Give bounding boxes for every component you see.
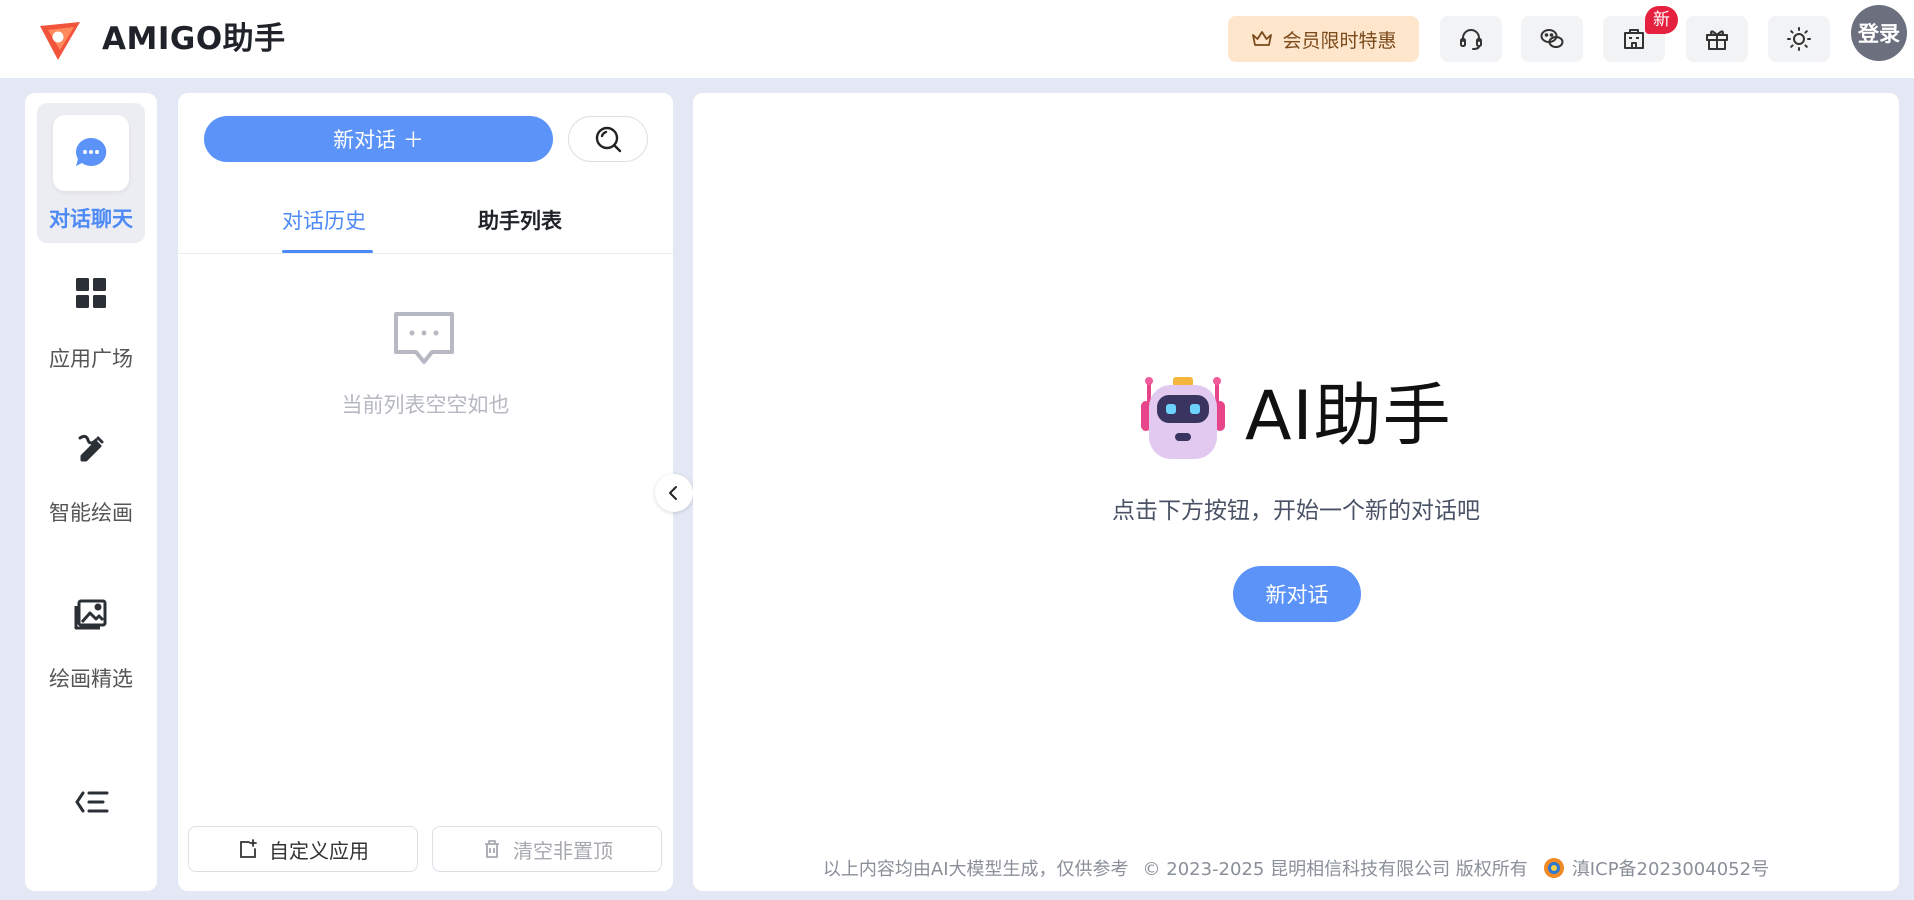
nav-label-chat: 对话聊天 [49,207,133,231]
custom-app-button[interactable]: 自定义应用 [188,826,418,872]
chevron-left-icon [669,486,677,500]
empty-message-icon [394,312,454,364]
wechat-button[interactable] [1521,16,1583,62]
gift-icon [1706,30,1728,50]
tab-chat-history[interactable]: 对话历史 [282,205,366,235]
tab-divider [178,253,673,254]
conversation-panel: 新对话 ＋ 对话历史 助手列表 当前列表空空如也 自定义应用 清空非置顶 [178,93,673,891]
nav-item-chat[interactable]: 对话聊天 [37,103,145,243]
main-content: AI助手 点击下方按钮，开始一个新的对话吧 新对话 以上内容均由AI大模型生成，… [693,93,1899,891]
vip-promo-button[interactable]: 会员限时特惠 [1228,16,1419,62]
robot-mascot-icon [1141,377,1225,459]
icp-link[interactable]: 滇ICP备2023004052号 [1542,855,1769,881]
headset-icon [1460,29,1482,50]
start-new-chat-button[interactable]: 新对话 [1233,566,1361,622]
nav-item-ai-drawing[interactable]: 智能绘画 [37,409,145,549]
nav-icon-box [53,115,129,191]
support-button[interactable] [1440,16,1502,62]
empty-list-text: 当前列表空空如也 [341,393,510,417]
wechat-icon [1540,29,1564,48]
chat-bubble-icon [75,137,107,166]
amigo-logo-icon[interactable] [36,20,82,62]
login-avatar-button[interactable]: 登录 [1851,5,1907,61]
building-icon [1624,29,1644,49]
nav-icon-box [53,575,129,651]
sun-icon [1787,27,1811,51]
side-nav: 对话聊天 应用广场 智能绘画 绘画精选 [25,93,157,891]
top-header: AMIGO助手 会员限时特惠 新 登录 [0,0,1914,78]
apps-grid-icon [76,278,106,308]
ai-assistant-title: AI助手 [1245,377,1452,456]
vip-label: 会员限时特惠 [1282,29,1397,52]
search-button[interactable] [568,116,648,162]
nav-item-app-square[interactable]: 应用广场 [37,243,145,383]
clear-unpinned-button[interactable]: 清空非置顶 [432,826,662,872]
footer-disclaimer: 以上内容均由AI大模型生成，仅供参考 [822,859,1129,880]
icp-number: 滇ICP备2023004052号 [1571,859,1770,880]
new-badge: 新 [1645,6,1678,34]
brand-title: AMIGO助手 [102,21,286,57]
nav-icon-box [53,255,129,331]
nav-label-featured-drawings: 绘画精选 [49,667,133,691]
tab-assistant-list[interactable]: 助手列表 [478,205,562,235]
footer-copyright: © 2023-2025 昆明相信科技有限公司 版权所有 [1142,859,1528,880]
image-gallery-icon [74,599,107,630]
police-badge-icon [1543,858,1564,878]
add-app-icon [240,839,257,858]
new-chat-button[interactable]: 新对话 ＋ [204,116,553,162]
theme-toggle-button[interactable] [1768,16,1830,62]
ai-assistant-subtitle: 点击下方按钮，开始一个新的对话吧 [1112,498,1480,524]
footer: 以上内容均由AI大模型生成，仅供参考 © 2023-2025 昆明相信科技有限公… [693,855,1899,881]
trash-icon [485,840,499,858]
nav-label-ai-drawing: 智能绘画 [49,501,133,525]
pen-draw-icon [78,434,104,462]
search-icon [595,126,622,153]
gift-button[interactable] [1686,16,1748,62]
panel-collapse-button[interactable] [655,474,693,512]
custom-app-label: 自定义应用 [269,838,369,863]
clear-unpinned-label: 清空非置顶 [513,838,613,863]
nav-label-app-square: 应用广场 [49,347,133,371]
nav-icon-box [53,409,129,485]
nav-item-featured-drawings[interactable]: 绘画精选 [37,575,145,715]
menu-collapse-icon[interactable] [73,783,111,821]
crown-icon [1252,31,1273,46]
